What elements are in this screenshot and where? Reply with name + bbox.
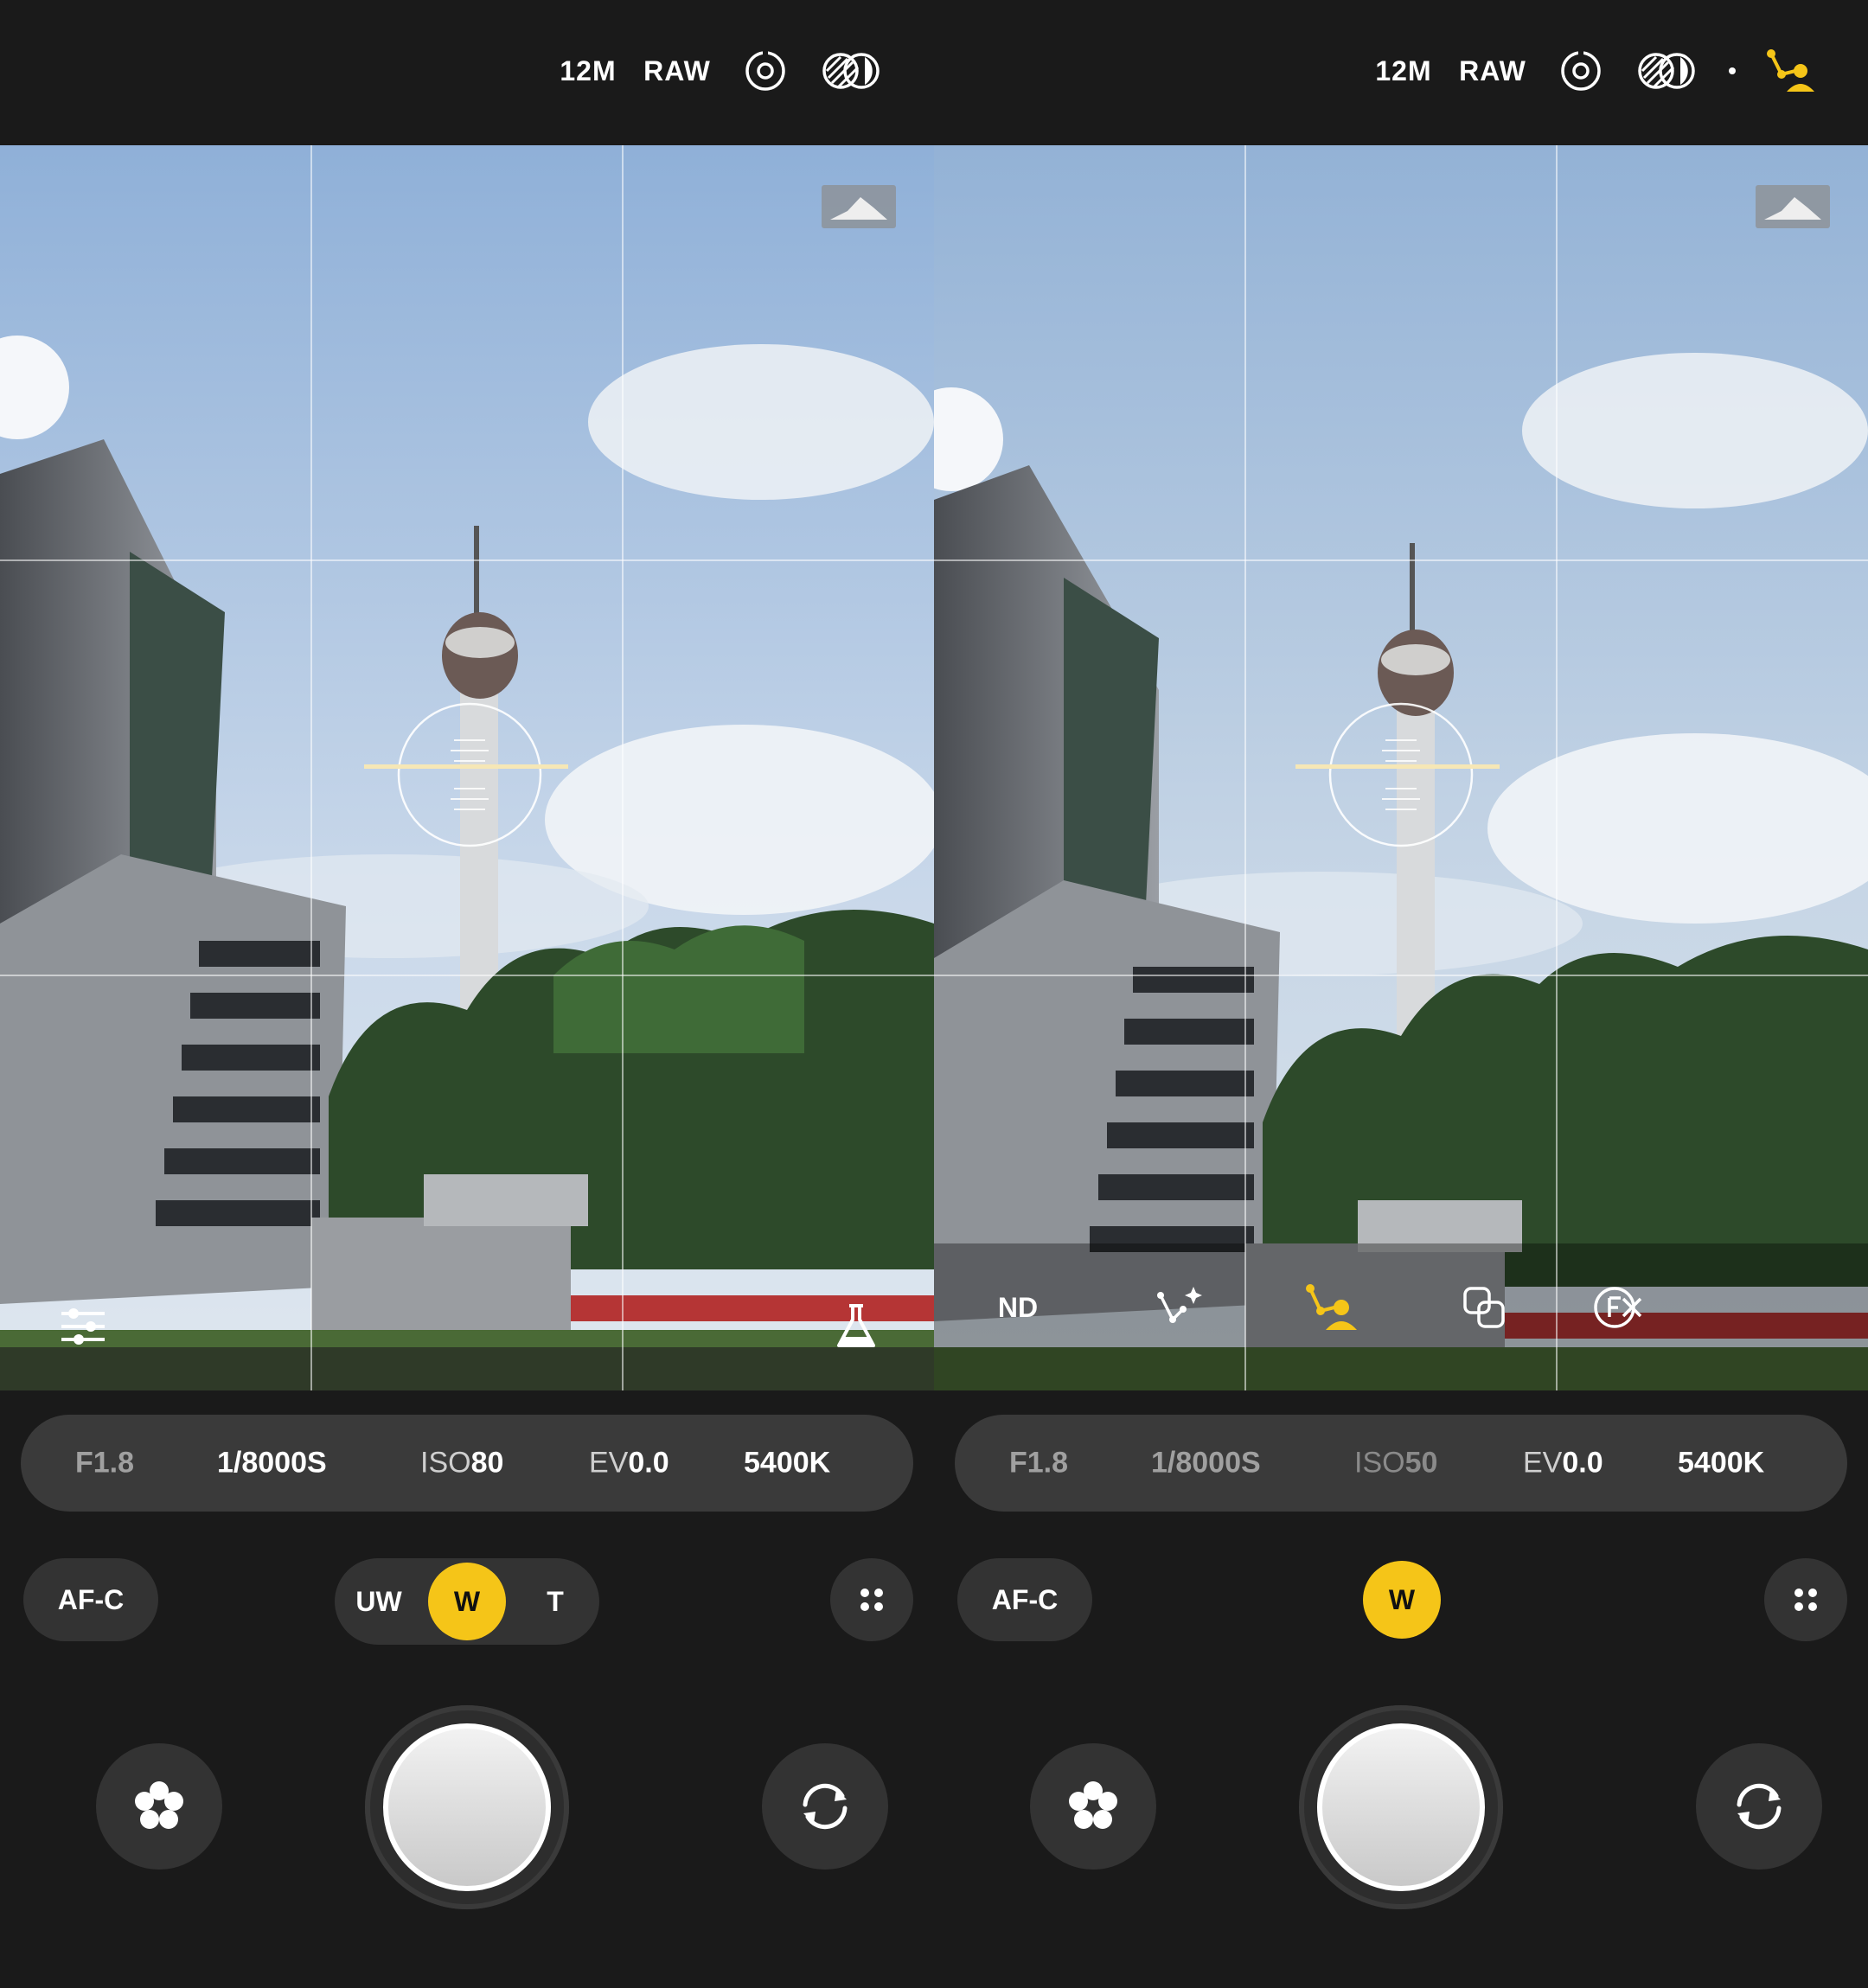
ev-value[interactable]: EV0.0 xyxy=(589,1447,669,1480)
aperture-text: F1.8 xyxy=(75,1446,135,1480)
sparkle-points-icon[interactable] xyxy=(1147,1276,1209,1339)
iso-label: ISO xyxy=(1354,1446,1405,1480)
iso-number: 50 xyxy=(1404,1446,1438,1480)
horizon-level xyxy=(1328,702,1474,847)
gallery-button[interactable] xyxy=(1030,1743,1156,1870)
aperture-text: F1.8 xyxy=(1009,1446,1069,1480)
aperture-value[interactable]: F1.8 xyxy=(1009,1447,1068,1480)
exposure-params-bar: F1.8 1/8000S ISO50 EV0.0 5400K xyxy=(955,1415,1847,1512)
horizon-level xyxy=(397,702,542,847)
level-line xyxy=(1295,764,1500,769)
iso-value[interactable]: ISO80 xyxy=(420,1447,503,1480)
grid-line xyxy=(0,559,934,561)
ev-number: 0.0 xyxy=(1562,1446,1603,1480)
grid-line xyxy=(1556,145,1558,1390)
focus-mode-button[interactable]: AF-C xyxy=(957,1558,1092,1641)
flower-icon xyxy=(1069,1781,1117,1829)
close-icon[interactable] xyxy=(1601,1276,1663,1339)
four-dots-icon xyxy=(1794,1588,1817,1611)
resolution-toggle[interactable]: 12M xyxy=(1369,45,1438,97)
switch-camera-button[interactable] xyxy=(762,1743,888,1870)
portrait-tracking-icon[interactable] xyxy=(1764,45,1816,97)
exposure-params-bar: F1.8 1/8000S ISO80 EV0.0 5400K xyxy=(21,1415,913,1512)
shutter-value[interactable]: 1/8000S xyxy=(217,1447,327,1480)
raw-toggle[interactable]: RAW xyxy=(1459,45,1526,97)
grid-line xyxy=(0,975,934,976)
iso-label: ISO xyxy=(420,1446,471,1480)
white-balance-value[interactable]: 5400K xyxy=(744,1447,830,1480)
shutter-value[interactable]: 1/8000S xyxy=(1151,1447,1261,1480)
four-dots-icon xyxy=(860,1588,883,1611)
grid-line xyxy=(622,145,624,1390)
resolution-toggle[interactable]: 12M xyxy=(553,45,623,97)
gallery-button[interactable] xyxy=(96,1743,222,1870)
grid-line xyxy=(934,975,1868,976)
switch-camera-button[interactable] xyxy=(1696,1743,1822,1870)
white-balance-value[interactable]: 5400K xyxy=(1678,1447,1764,1480)
iso-value[interactable]: ISO50 xyxy=(1354,1447,1437,1480)
lens-selector: UW W T xyxy=(335,1558,599,1645)
wb-text: 5400K xyxy=(744,1446,831,1480)
ev-value[interactable]: EV0.0 xyxy=(1523,1447,1603,1480)
focus-mode-button[interactable]: AF-C xyxy=(23,1558,158,1641)
aperture-value[interactable]: F1.8 xyxy=(75,1447,134,1480)
rotate-camera-icon xyxy=(1737,1783,1782,1830)
live-photo-icon[interactable] xyxy=(1558,45,1604,97)
level-line xyxy=(364,764,568,769)
viewfinder[interactable] xyxy=(0,145,934,1390)
camera-screen-left: 12M RAW F1.8 1/8000S ISO80 EV0.0 5400K A… xyxy=(0,0,934,1988)
rotate-camera-icon xyxy=(803,1783,848,1830)
grid-line xyxy=(310,145,312,1390)
top-bar: 12M RAW xyxy=(0,0,934,145)
grid-line xyxy=(1244,145,1246,1390)
grid-line xyxy=(934,559,1868,561)
ev-label: EV xyxy=(1523,1446,1563,1480)
lens-w[interactable]: W xyxy=(1363,1561,1441,1639)
lens-w[interactable]: W xyxy=(428,1563,506,1640)
shutter-text: 1/8000S xyxy=(217,1446,327,1480)
ev-label: EV xyxy=(589,1446,629,1480)
more-options-button[interactable] xyxy=(1764,1558,1847,1641)
flower-icon xyxy=(135,1781,183,1829)
shutter-button-face xyxy=(383,1723,551,1891)
more-options-button[interactable] xyxy=(830,1558,913,1641)
ev-number: 0.0 xyxy=(628,1446,669,1480)
shutter-button[interactable] xyxy=(365,1705,569,1909)
iso-number: 80 xyxy=(470,1446,504,1480)
lens-t[interactable]: T xyxy=(516,1563,594,1640)
sliders-icon[interactable] xyxy=(52,1295,114,1358)
indicator-dot xyxy=(1725,45,1739,97)
portrait-tracking-icon[interactable] xyxy=(1300,1276,1362,1339)
live-photo-icon[interactable] xyxy=(742,45,789,97)
shutter-button-face xyxy=(1317,1723,1485,1891)
lens-uw[interactable]: UW xyxy=(340,1563,418,1640)
camera-screen-right: 12M RAW ND F1.8 1/8000S ISO50 EV0.0 5400… xyxy=(934,0,1868,1988)
wb-text: 5400K xyxy=(1678,1446,1765,1480)
top-bar: 12M RAW xyxy=(934,0,1868,145)
color-filter-icon[interactable] xyxy=(822,45,882,97)
nd-filter-button[interactable]: ND xyxy=(987,1276,1049,1339)
multi-exposure-icon[interactable] xyxy=(1453,1276,1515,1339)
shutter-text: 1/8000S xyxy=(1151,1446,1261,1480)
raw-toggle[interactable]: RAW xyxy=(643,45,710,97)
viewfinder[interactable]: ND xyxy=(934,145,1868,1390)
histogram[interactable] xyxy=(822,185,896,228)
shutter-button[interactable] xyxy=(1299,1705,1503,1909)
color-filter-icon[interactable] xyxy=(1637,45,1698,97)
histogram[interactable] xyxy=(1756,185,1830,228)
flask-icon[interactable] xyxy=(825,1295,887,1358)
